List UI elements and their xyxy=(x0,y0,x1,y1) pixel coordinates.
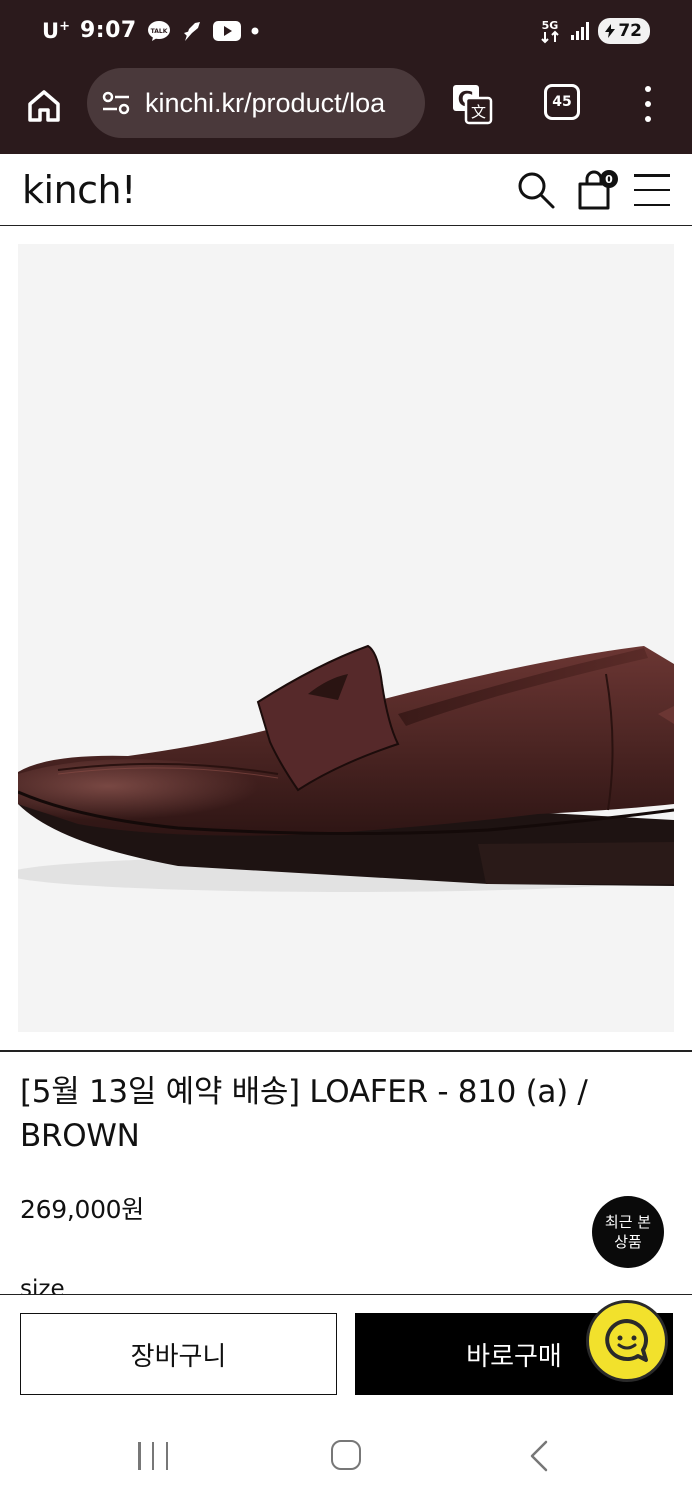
more-dot xyxy=(645,115,651,122)
status-right: 5G 72 xyxy=(538,18,650,44)
recent-apps-bar xyxy=(165,1442,168,1470)
dot-icon xyxy=(251,27,259,35)
status-bar: U+ 9:07 TALK 5G 72 xyxy=(0,0,692,66)
kakaotalk-icon: TALK xyxy=(147,20,171,42)
charging-icon xyxy=(605,24,616,38)
svg-text:文: 文 xyxy=(471,103,486,121)
recently-viewed-button[interactable]: 최근 본 상품 xyxy=(592,1196,664,1268)
chat-button[interactable] xyxy=(586,1300,668,1382)
browser-toolbar: kinchi.kr/product/loa G文 45 xyxy=(0,66,692,154)
site-logo[interactable]: kinch! xyxy=(22,168,136,212)
recent-apps-bar xyxy=(138,1442,141,1470)
chat-icon xyxy=(605,1319,648,1362)
hamburger-line xyxy=(634,174,670,177)
recent-apps-button[interactable] xyxy=(138,1442,168,1470)
recent-label-line1: 최근 본 xyxy=(604,1213,652,1231)
back-button[interactable] xyxy=(526,1440,556,1472)
recent-label-line2: 상품 xyxy=(614,1233,642,1251)
home-button[interactable] xyxy=(22,84,66,128)
network-5g-icon: 5G xyxy=(538,18,562,44)
search-button[interactable] xyxy=(516,170,556,210)
svg-text:TALK: TALK xyxy=(150,28,167,35)
image-divider xyxy=(0,1050,692,1052)
size-option-label: size xyxy=(20,1276,65,1294)
site-header: kinch! 0 xyxy=(0,154,692,226)
loafer-illustration xyxy=(18,644,674,892)
battery-level: 72 xyxy=(618,21,642,41)
back-icon xyxy=(530,1440,548,1472)
battery-indicator: 72 xyxy=(598,18,650,44)
cart-button[interactable]: 0 xyxy=(574,168,618,212)
carrier-label: U+ xyxy=(42,19,70,43)
product-title: [5월 13일 예약 배송] LOAFER - 810 (a) / BROWN xyxy=(20,1074,588,1154)
hamburger-line xyxy=(634,203,670,206)
cart-count-badge: 0 xyxy=(600,170,618,188)
carrier-name: U xyxy=(42,18,60,43)
status-left: U+ 9:07 TALK xyxy=(42,18,259,43)
add-to-cart-button[interactable]: 장바구니 xyxy=(20,1313,337,1395)
translate-icon: G文 xyxy=(453,85,493,125)
recent-apps-bar xyxy=(151,1442,155,1470)
translate-button[interactable]: G文 xyxy=(448,80,496,128)
product-price: 269,000원 xyxy=(20,1195,144,1224)
carrier-sup: + xyxy=(59,18,70,34)
svg-text:5G: 5G xyxy=(542,19,559,32)
home-icon xyxy=(28,90,60,122)
more-dot xyxy=(645,100,651,107)
more-dot xyxy=(645,86,651,93)
signal-icon xyxy=(570,21,590,41)
url-bar[interactable]: kinchi.kr/product/loa xyxy=(87,68,425,138)
site-settings-icon[interactable] xyxy=(101,89,131,117)
status-time: 9:07 xyxy=(79,18,137,43)
more-menu-button[interactable] xyxy=(634,82,662,126)
hamburger-menu-button[interactable] xyxy=(634,174,670,206)
search-icon xyxy=(518,172,555,209)
url-text[interactable]: kinchi.kr/product/loa xyxy=(145,88,385,119)
tabs-button[interactable]: 45 xyxy=(544,84,580,120)
system-home-button[interactable] xyxy=(331,1440,361,1470)
product-image[interactable] xyxy=(18,244,674,1032)
hamburger-line xyxy=(634,188,670,192)
app-icon xyxy=(181,19,203,43)
system-navigation-bar xyxy=(0,1410,692,1500)
youtube-icon xyxy=(212,20,241,41)
